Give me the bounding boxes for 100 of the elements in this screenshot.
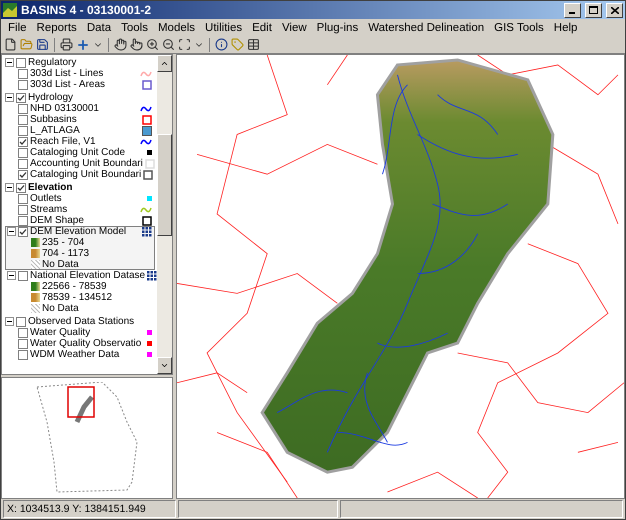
group-name[interactable]: Elevation [28,182,154,193]
app-logo-icon [3,3,17,17]
menu-item[interactable]: Watershed Delineation [363,22,490,34]
layer-checkbox[interactable] [18,170,28,180]
layer-item[interactable]: Water Quality [5,327,155,338]
menu-item[interactable]: Tools [116,22,153,34]
collapse-icon[interactable] [7,271,16,280]
window-title: BASINS 4 - 03130001-2 [21,3,152,17]
close-icon [610,6,618,14]
scroll-up-button[interactable] [157,55,172,72]
layer-checkbox[interactable] [18,204,28,214]
legend-label: 235 - 704 [42,237,86,248]
collapse-icon[interactable] [5,183,14,192]
pointer-hand-icon[interactable] [130,38,143,51]
layer-checkbox[interactable] [18,68,28,78]
legend-label: No Data [42,259,80,270]
layer-checkbox[interactable] [18,270,28,280]
layer-checkbox[interactable] [18,216,28,226]
layer-item[interactable]: Accounting Unit Boundari [5,158,155,169]
save-icon[interactable] [36,38,49,51]
add-layer-icon[interactable] [76,38,90,52]
layer-item[interactable]: L_ATLAGA [5,125,155,136]
layer-item[interactable]: 303d List - Lines [5,68,155,79]
layer-checkbox[interactable] [18,136,28,146]
layer-checkbox[interactable] [16,92,26,102]
legend-label: 704 - 1173 [42,248,90,259]
layer-checkbox[interactable] [18,148,28,158]
menu-item[interactable]: Edit [247,22,277,34]
layer-item[interactable]: Streams [5,204,155,215]
menu-item[interactable]: Models [152,22,200,34]
layer-checkbox[interactable] [18,194,28,204]
layer-checkbox[interactable] [18,104,28,114]
scroll-thumb[interactable] [157,134,172,236]
layer-item[interactable]: DEM Elevation Model 235 - 704 704 - 1173 No Data [5,226,155,270]
menu-item[interactable]: File [3,22,32,34]
legend-label: 22566 - 78539 [42,281,108,292]
layer-item[interactable]: Reach File, V1 [5,136,155,147]
layer-name: DEM Elevation Model [30,226,128,237]
group-name[interactable]: Hydrology [28,92,154,103]
layer-item[interactable]: DEM Shape [5,215,155,226]
layer-name: Cataloging Unit Boundari [30,169,142,180]
legend-label: 78539 - 134512 [42,292,114,303]
layer-item[interactable]: Cataloging Unit Boundari [5,169,155,180]
scroll-down-button[interactable] [157,357,172,374]
info-icon[interactable] [215,38,228,51]
zoom-out-icon[interactable] [162,38,175,51]
table-icon[interactable] [247,38,260,51]
layer-checkbox[interactable] [18,114,28,124]
layer-item[interactable]: 303d List - Areas [5,79,155,90]
maximize-icon [589,6,598,14]
menu-item[interactable]: Help [548,22,582,34]
menu-item[interactable]: Data [82,22,116,34]
layer-checkbox[interactable] [16,316,26,326]
menu-item[interactable]: Reports [32,22,82,34]
maximize-button[interactable] [585,2,602,18]
collapse-icon[interactable] [5,317,14,326]
layer-item[interactable]: Outlets [5,193,155,204]
layer-checkbox[interactable] [18,350,28,360]
layer-checkbox[interactable] [18,80,28,90]
pan-hand-icon[interactable] [114,38,127,51]
layer-name: Cataloging Unit Code [30,147,126,158]
layer-checkbox[interactable] [18,126,28,136]
print-icon[interactable] [60,38,73,51]
layer-name: Outlets [30,193,63,204]
scrollbar[interactable] [157,55,172,374]
layer-item[interactable]: NHD 03130001 [5,103,155,114]
layer-name: L_ATLAGA [30,125,81,136]
coordinates-readout: X: 1034513.9 Y: 1384151.949 [3,500,176,518]
layer-checkbox[interactable] [18,158,28,168]
menu-item[interactable]: Utilities [200,22,248,34]
layer-item[interactable]: Subbasins [5,114,155,125]
layer-checkbox[interactable] [16,58,26,68]
layer-item[interactable]: National Elevation Datase 22566 - 78539 78539 - 134512 No Data [5,270,155,314]
layer-item[interactable]: WDM Weather Data [5,349,155,360]
collapse-icon[interactable] [7,227,16,236]
layer-checkbox[interactable] [16,182,26,192]
scroll-up-icon [160,59,169,68]
layer-item[interactable]: Cataloging Unit Code [5,147,155,158]
layer-name: Subbasins [30,114,78,125]
menu-item[interactable]: GIS Tools [489,22,549,34]
layer-name: DEM Shape [30,215,85,226]
minimize-button[interactable] [564,2,581,18]
layer-checkbox[interactable] [18,226,28,236]
zoom-extent-icon[interactable] [178,38,191,51]
layer-name: Reach File, V1 [30,136,97,147]
menu-item[interactable]: View [276,22,312,34]
new-file-icon[interactable] [4,38,17,51]
zoom-in-icon[interactable] [146,38,159,51]
collapse-icon[interactable] [5,58,14,67]
layer-name: National Elevation Datase [30,270,146,281]
layer-checkbox[interactable] [18,328,28,338]
group-name[interactable]: Regulatory [28,57,154,68]
collapse-icon[interactable] [5,93,14,102]
layer-item[interactable]: Water Quality Observatio [5,338,155,349]
close-button[interactable] [606,2,623,18]
legend-label: No Data [42,303,80,314]
layer-checkbox[interactable] [18,338,28,348]
menu-item[interactable]: Plug-ins [312,22,364,34]
scroll-down-icon [160,361,169,370]
group-name[interactable]: Observed Data Stations [28,316,154,327]
